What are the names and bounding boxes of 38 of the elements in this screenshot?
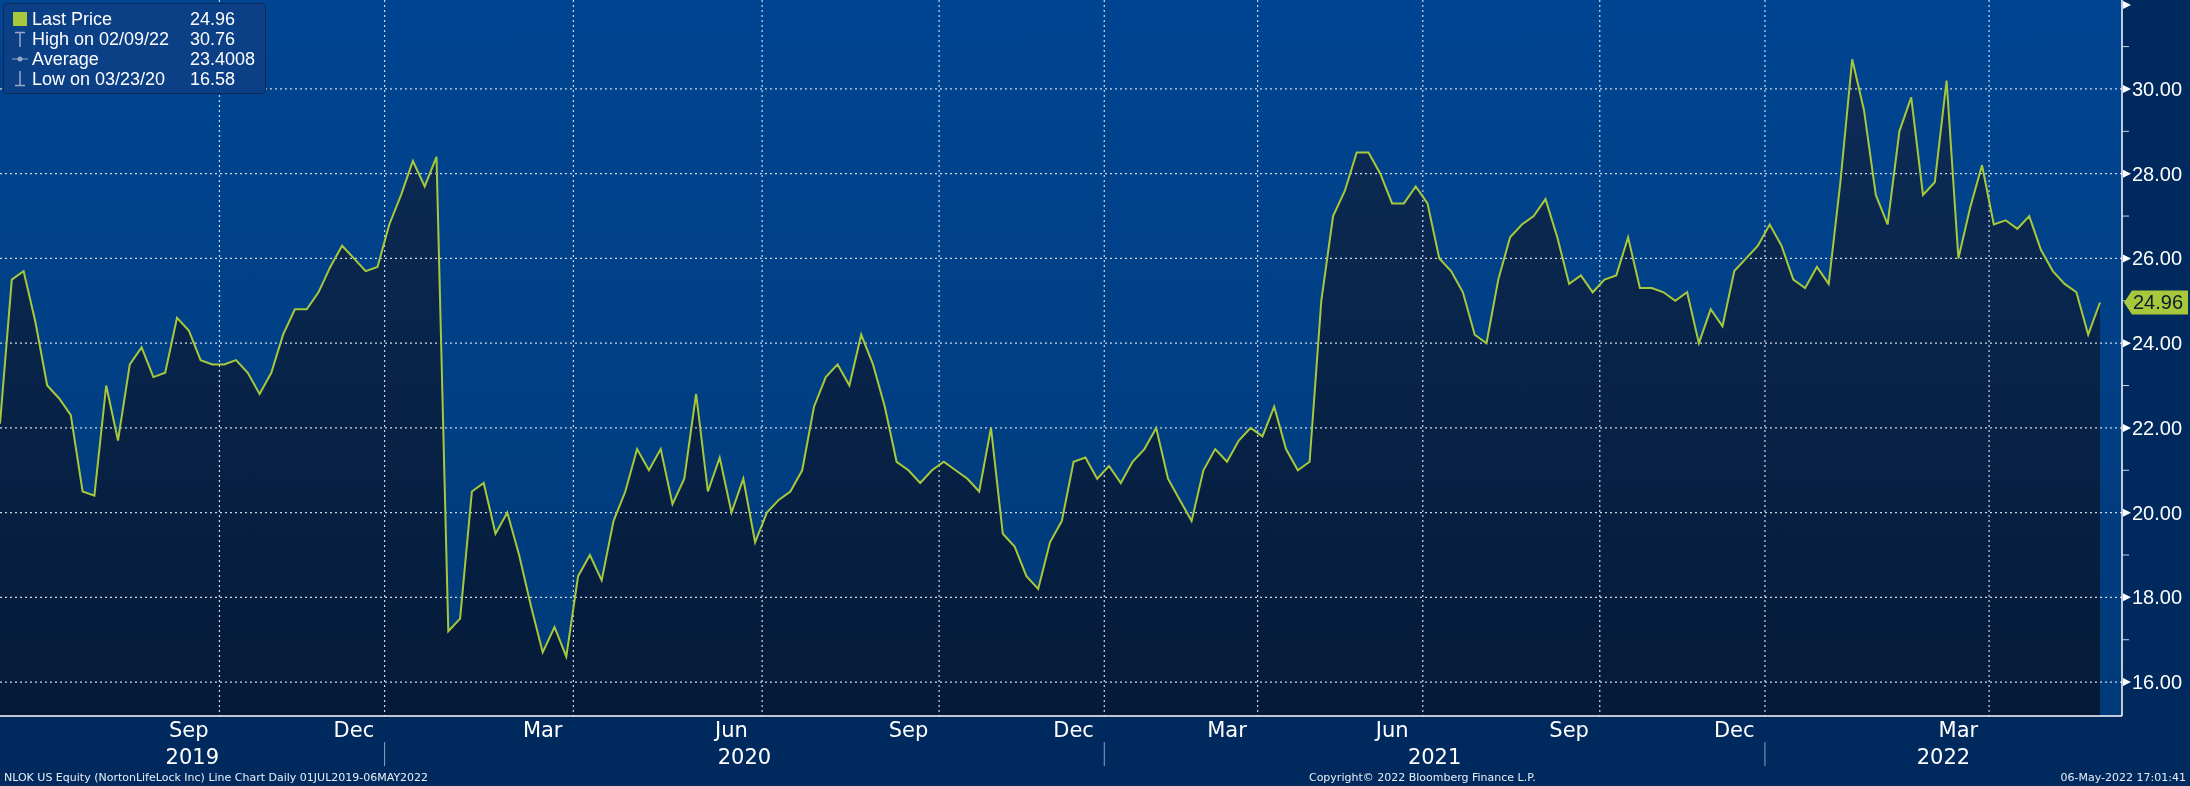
axis-label: Sep xyxy=(1549,718,1589,742)
chart-description: NLOK US Equity (NortonLifeLock Inc) Line Chart Daily 01JUL2019-06MAY2022 xyxy=(4,771,430,785)
legend-label: Low on 03/23/20 xyxy=(32,69,167,89)
axis-label: Mar xyxy=(522,718,563,742)
axis-label: 26.00 xyxy=(2132,247,2183,270)
axis-label: Mar xyxy=(1207,718,1247,742)
axis-label: Mar xyxy=(1938,718,1979,742)
axis-label: 30.00 xyxy=(2132,77,2183,100)
axis-label: 22.00 xyxy=(2132,416,2183,439)
axis-label: 18.00 xyxy=(2132,586,2183,609)
axis-label: Jun xyxy=(715,718,748,742)
legend-label: High on 02/09/22 xyxy=(32,29,171,49)
year-label: 2021 xyxy=(1407,745,1462,769)
axis-label: Dec xyxy=(1053,718,1094,742)
copyright-text: Copyright© 2022 Bloomberg Finance L.P. xyxy=(1308,771,1536,785)
axis-label: Jun xyxy=(1375,718,1409,742)
axis-label: 16.00 xyxy=(2132,671,2183,694)
legend-value: 30.76 xyxy=(190,29,236,49)
axis-label: Dec xyxy=(1713,718,1755,742)
axis-label: Sep xyxy=(888,718,929,742)
axis-label: 28.00 xyxy=(2132,162,2183,185)
high-marker-icon xyxy=(12,31,28,47)
legend-label: Last Price xyxy=(32,9,114,29)
axis-label: 20.00 xyxy=(2132,501,2183,524)
legend-value: 24.96 xyxy=(190,9,236,29)
legend-value: 16.58 xyxy=(190,69,236,89)
legend-label: Average xyxy=(32,49,100,69)
last-price-tag: 24.96 xyxy=(2124,290,2188,315)
legend-value: 23.4008 xyxy=(190,49,256,69)
year-label: 2020 xyxy=(717,745,772,769)
axis-label: 24.00 xyxy=(2132,332,2183,355)
year-label: 2022 xyxy=(1916,745,1971,769)
timestamp: 06-May-2022 17:01:41 xyxy=(2060,771,2186,785)
year-label: 2019 xyxy=(165,745,220,769)
axis-label: Sep xyxy=(168,718,209,742)
axis-label: Dec xyxy=(333,718,375,742)
legend-square-icon xyxy=(12,11,28,27)
low-marker-icon xyxy=(12,71,28,87)
